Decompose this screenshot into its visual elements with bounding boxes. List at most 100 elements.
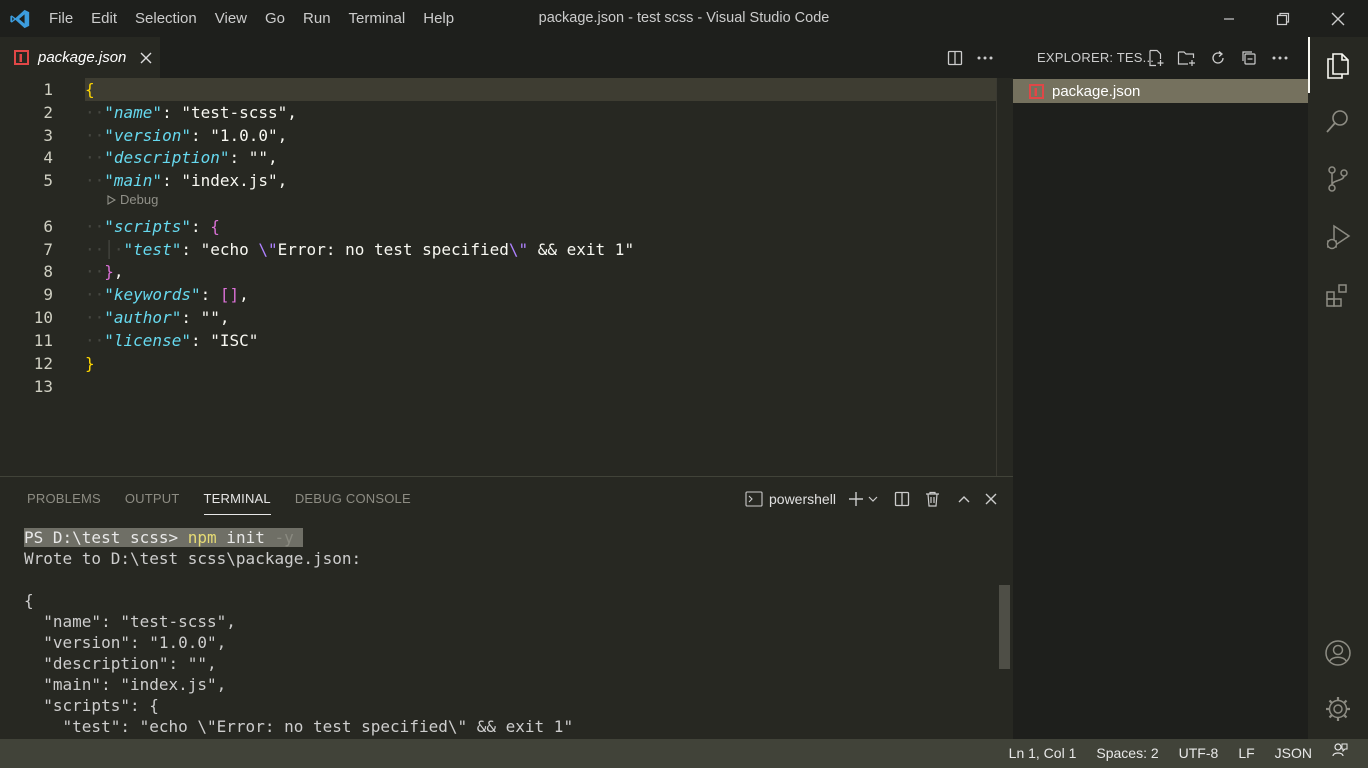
menu-edit[interactable]: Edit xyxy=(82,0,126,37)
close-tab-icon[interactable] xyxy=(140,52,152,64)
explorer-sidebar: EXPLORER: TES... package.json xyxy=(1013,37,1308,739)
status-eol[interactable]: LF xyxy=(1228,739,1264,768)
close-icon xyxy=(985,493,997,505)
tab-package-json[interactable]: package.json xyxy=(0,37,160,78)
tab-debug-console[interactable]: DEBUG CONSOLE xyxy=(283,477,423,521)
activity-bar xyxy=(1308,37,1368,739)
activity-run-debug[interactable] xyxy=(1308,209,1368,265)
line-number: 4 xyxy=(43,148,53,167)
restore-button[interactable] xyxy=(1256,0,1310,37)
json-key: "keywords" xyxy=(104,285,201,304)
minimize-icon xyxy=(1224,17,1234,20)
code-line: ··"version": "1.0.0", xyxy=(85,126,288,145)
menu-file[interactable]: File xyxy=(40,0,82,37)
status-language[interactable]: JSON xyxy=(1265,739,1322,768)
menu-run[interactable]: Run xyxy=(294,0,340,37)
refresh-explorer-button[interactable] xyxy=(1205,45,1231,71)
new-terminal-button[interactable] xyxy=(845,487,881,511)
kill-terminal-button[interactable] xyxy=(922,487,942,511)
terminal-prompt-line: PS D:\test scss> npm init -y xyxy=(24,528,304,547)
menu-selection[interactable]: Selection xyxy=(126,0,206,37)
terminal-line: { xyxy=(24,591,34,610)
activity-explorer[interactable] xyxy=(1308,37,1368,93)
line-number: 9 xyxy=(43,285,53,304)
terminal-args: init xyxy=(216,528,265,547)
plus-icon xyxy=(849,492,863,506)
terminal-line: "name": "test-scss", xyxy=(24,612,236,631)
trash-icon xyxy=(925,491,939,507)
terminal-shell-selector[interactable]: powershell xyxy=(745,487,836,511)
status-indentation[interactable]: Spaces: 2 xyxy=(1086,739,1168,768)
code-line: ··"scripts": { xyxy=(85,217,220,236)
explorer-file-item[interactable]: package.json xyxy=(1013,79,1308,103)
activity-source-control[interactable] xyxy=(1308,151,1368,207)
activity-extensions[interactable] xyxy=(1308,267,1368,323)
new-folder-icon xyxy=(1177,51,1195,66)
code-line: ··"name": "test-scss", xyxy=(85,103,297,122)
new-file-icon xyxy=(1149,49,1164,67)
json-file-icon xyxy=(1029,83,1044,99)
activity-manage[interactable] xyxy=(1308,681,1368,737)
split-terminal-button[interactable] xyxy=(892,487,912,511)
terminal-scrollbar[interactable] xyxy=(999,585,1010,669)
close-panel-button[interactable] xyxy=(981,487,1001,511)
menu-view[interactable]: View xyxy=(206,0,256,37)
json-key: "test" xyxy=(123,240,182,259)
terminal-prompt: PS D:\test scss> xyxy=(24,528,188,547)
maximize-panel-button[interactable] xyxy=(954,487,974,511)
json-value: "1.0.0" xyxy=(210,126,278,145)
collapse-folders-button[interactable] xyxy=(1236,45,1262,71)
vscode-logo-icon xyxy=(0,0,40,37)
tab-output[interactable]: OUTPUT xyxy=(113,477,192,521)
shell-name: powershell xyxy=(769,491,836,507)
brace: { xyxy=(210,217,220,236)
json-value: "test-scss" xyxy=(181,103,288,122)
code-line: ··"author": "", xyxy=(85,308,230,327)
tab-problems[interactable]: PROBLEMS xyxy=(15,477,113,521)
status-encoding[interactable]: UTF-8 xyxy=(1169,739,1229,768)
terminal-ghost-text: -y xyxy=(264,528,294,547)
json-key: "description" xyxy=(104,148,230,167)
status-cursor-position[interactable]: Ln 1, Col 1 xyxy=(999,739,1087,768)
code-line: ··"main": "index.js", xyxy=(85,171,288,190)
ellipsis-icon xyxy=(977,56,993,59)
terminal-line: Wrote to D:\test scss\package.json: xyxy=(24,549,362,568)
line-number: 2 xyxy=(43,103,53,122)
menu-go[interactable]: Go xyxy=(256,0,294,37)
explorer-more-actions-button[interactable] xyxy=(1267,45,1293,71)
menu-help[interactable]: Help xyxy=(414,0,463,37)
line-number: 10 xyxy=(33,308,53,327)
close-icon xyxy=(1331,12,1345,25)
terminal-output[interactable]: PS D:\test scss> npm init -y Wrote to D:… xyxy=(24,527,573,737)
terminal-command: npm xyxy=(187,528,217,547)
menu-terminal[interactable]: Terminal xyxy=(340,0,415,37)
editor-scrollbar-edge xyxy=(996,78,997,476)
new-folder-button[interactable] xyxy=(1174,45,1200,71)
editor-more-actions-button[interactable] xyxy=(970,37,1000,78)
activity-accounts[interactable] xyxy=(1308,625,1368,681)
line-number: 3 xyxy=(43,126,53,145)
close-window-button[interactable] xyxy=(1311,0,1365,37)
codelens-label: Debug xyxy=(120,192,159,207)
feedback-button[interactable] xyxy=(1322,739,1358,768)
terminal-line: "description": "", xyxy=(24,654,217,673)
code-line: ··"description": "", xyxy=(85,148,278,167)
source-control-icon xyxy=(1328,166,1348,192)
code-editor[interactable]: 1 2 3 4 5 6 7 8 9 10 11 12 13 { ··"name"… xyxy=(0,78,1013,476)
tab-terminal[interactable]: TERMINAL xyxy=(192,477,283,521)
activity-search[interactable] xyxy=(1308,93,1368,149)
new-file-button[interactable] xyxy=(1143,45,1169,71)
json-key: "name" xyxy=(104,103,163,122)
json-value: "echo xyxy=(200,240,259,259)
terminal-line: "main": "index.js", xyxy=(24,675,227,694)
code-line: } xyxy=(85,352,95,375)
account-icon xyxy=(1325,640,1351,666)
minimize-button[interactable] xyxy=(1202,0,1256,37)
escape-char: \" xyxy=(508,240,529,259)
code-line: { xyxy=(85,78,95,101)
explorer-title: EXPLORER: TES... xyxy=(1037,50,1155,65)
debug-codelens[interactable]: Debug xyxy=(107,192,158,207)
terminal-icon xyxy=(745,491,763,507)
json-value: Error: no test specified xyxy=(277,240,509,259)
split-editor-button[interactable] xyxy=(940,37,970,78)
